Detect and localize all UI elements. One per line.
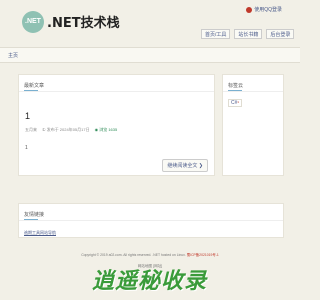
friend-links-panel: 友情链接 逾期工具网站导航 [18, 203, 284, 238]
qq-icon [246, 6, 253, 13]
breadcrumb: 主页 [0, 47, 300, 63]
divider [19, 91, 214, 92]
watermark-logo: 逍遥秘收录 [92, 269, 208, 294]
panel-title: 友情链接 [24, 212, 45, 218]
site-header: .NET .NET技术栈 使用QQ登录 首页/工具 站长书籍 后台登录 [0, 0, 300, 48]
panel-title: 标签云 [228, 83, 244, 89]
qq-login-link[interactable]: 使用QQ登录 [246, 6, 282, 13]
breadcrumb-home[interactable]: 主页 [8, 52, 18, 59]
divider [19, 220, 283, 221]
footer-icp-link[interactable]: 蜀ICP备2021019号-1 [187, 253, 219, 257]
qq-login-label: 使用QQ登录 [254, 7, 282, 13]
footer: Copyright © 2019 a02.com. All rights res… [0, 252, 300, 257]
nav-item-tools[interactable]: 首页/工具 [201, 29, 231, 39]
friend-link[interactable]: 逾期工具网站导航 [24, 230, 56, 236]
divider [223, 91, 283, 92]
tag-count: 1 [237, 100, 240, 104]
nav-item-books[interactable]: 站长书籍 [234, 29, 263, 39]
footer-copyright: Copyright © 2019 a02.com. All rights res… [81, 253, 186, 257]
top-nav: 首页/工具 站长书籍 后台登录 [201, 29, 295, 39]
latest-articles-panel: 最新文章 1 五月来 ① 发布于 2024年05月17日 ◉ 浏览 1635 1… [18, 74, 215, 176]
read-more-button[interactable]: 继续阅读全文 ❯ [162, 159, 208, 172]
site-logo[interactable]: .NET [22, 11, 44, 33]
site-title[interactable]: .NET技术栈 [47, 12, 120, 31]
article-title[interactable]: 1 [25, 111, 30, 121]
tag-cloud-panel: 标签云 C#1 [222, 74, 284, 176]
article-excerpt: 1 [25, 145, 28, 151]
article-author[interactable]: 五月来 [25, 127, 37, 133]
tag-item[interactable]: C#1 [228, 99, 243, 107]
article-date: ① 发布于 2024年05月17日 [42, 127, 90, 132]
article-meta: 五月来 ① 发布于 2024年05月17日 ◉ 浏览 1635 [25, 127, 117, 133]
nav-item-admin-login[interactable]: 后台登录 [266, 29, 295, 39]
panel-title: 最新文章 [24, 83, 45, 89]
article-views: ◉ 浏览 1635 [94, 127, 118, 132]
